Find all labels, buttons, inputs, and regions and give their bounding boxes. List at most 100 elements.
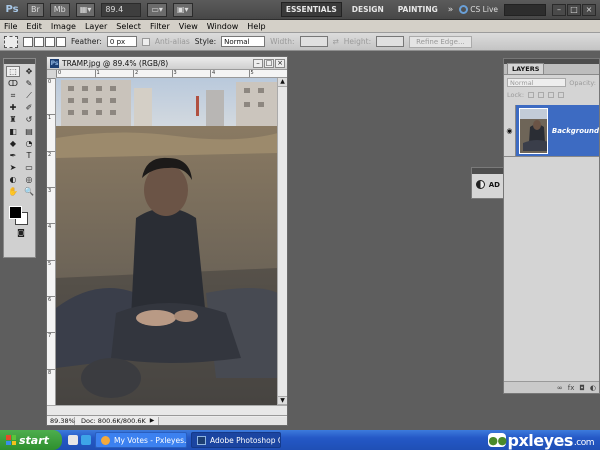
doc-close-icon[interactable]: × — [275, 58, 285, 68]
menu-image[interactable]: Image — [51, 22, 76, 31]
close-icon[interactable]: × — [582, 3, 596, 16]
gradient-tool-icon[interactable]: ▤ — [22, 126, 36, 137]
new-selection-icon[interactable] — [23, 36, 33, 47]
minimize-icon[interactable]: – — [552, 3, 566, 16]
zoom-level-field[interactable]: 89.4 — [101, 2, 142, 17]
menu-view[interactable]: View — [179, 22, 198, 31]
quick-select-tool-icon[interactable]: ✎ — [22, 78, 36, 89]
scroll-up-icon[interactable]: ▲ — [278, 78, 287, 87]
view-extras-button[interactable]: ▦▾ — [75, 2, 96, 17]
doc-maximize-icon[interactable]: □ — [264, 58, 274, 68]
cs-live-button[interactable]: CS Live — [459, 5, 498, 14]
menu-window[interactable]: Window — [207, 22, 239, 31]
dodge-tool-icon[interactable]: ◔ — [22, 138, 36, 149]
tool-preset-picker[interactable] — [4, 35, 18, 48]
eraser-tool-icon[interactable]: ◧ — [6, 126, 20, 137]
blend-mode-select[interactable]: Normal — [507, 78, 567, 87]
layer-row-background[interactable]: ◉ Background — [504, 105, 599, 157]
refine-edge-button[interactable]: Refine Edge... — [409, 35, 472, 48]
ruler-tick: 1 — [47, 114, 55, 150]
lock-all-icon[interactable] — [558, 92, 565, 98]
status-zoom[interactable]: 89.38% — [47, 416, 75, 425]
layer-name[interactable]: Background — [552, 127, 599, 135]
document-titlebar[interactable]: Ps TRAMP.jpg @ 89.4% (RGB/8) – □ × — [47, 57, 287, 70]
add-selection-icon[interactable] — [34, 36, 44, 47]
healing-brush-icon[interactable]: ✚ — [6, 102, 20, 113]
document-canvas[interactable] — [56, 78, 278, 407]
taskbar-item-browser[interactable]: My Votes - Pxleyes.c... — [95, 432, 187, 448]
browser-icon[interactable] — [81, 435, 91, 445]
more-workspaces-button[interactable]: » — [448, 5, 454, 15]
clone-stamp-icon[interactable]: ♜ — [6, 114, 20, 125]
status-menu-icon[interactable]: ▶ — [150, 417, 155, 424]
layer-style-icon[interactable]: fx — [568, 384, 575, 392]
ruler-tick: 5 — [248, 70, 288, 77]
arrange-documents-button[interactable]: ▭▾ — [147, 2, 167, 17]
history-brush-icon[interactable]: ↺ — [22, 114, 36, 125]
blur-tool-icon[interactable]: ◆ — [6, 138, 20, 149]
eye-visibility-icon[interactable]: ◉ — [504, 105, 516, 156]
menu-bar: File Edit Image Layer Select Filter View… — [0, 20, 600, 33]
doc-minimize-icon[interactable]: – — [253, 58, 263, 68]
menu-filter[interactable]: Filter — [150, 22, 170, 31]
brush-tool-icon[interactable]: ✐ — [22, 102, 36, 113]
subtract-selection-icon[interactable] — [45, 36, 55, 47]
menu-file[interactable]: File — [4, 22, 17, 31]
layer-mask-icon[interactable]: ◘ — [579, 384, 585, 392]
pen-tool-icon[interactable]: ✒ — [6, 150, 20, 161]
quick-mask-icon[interactable]: ◙ — [14, 227, 28, 238]
lock-transparency-icon[interactable] — [528, 92, 535, 98]
shape-tool-icon[interactable]: ▭ — [22, 162, 36, 173]
taskbar-item-photoshop[interactable]: Adobe Photoshop CS5 — [191, 432, 281, 448]
maximize-icon[interactable]: □ — [567, 3, 581, 16]
zoom-tool-icon[interactable]: 🔍 — [22, 186, 36, 197]
screen-mode-button[interactable]: ▣▾ — [172, 2, 193, 17]
workspace-design[interactable]: DESIGN — [348, 3, 388, 16]
windows-logo-icon — [6, 435, 16, 445]
menu-edit[interactable]: Edit — [26, 22, 42, 31]
workspace-essentials[interactable]: ESSENTIALS — [280, 2, 342, 17]
status-scroll-track[interactable] — [158, 416, 287, 425]
antialias-checkbox[interactable] — [141, 37, 150, 46]
menu-layer[interactable]: Layer — [85, 22, 107, 31]
feather-field[interactable]: 0 px — [106, 36, 137, 47]
hand-tool-icon[interactable]: ✋ — [6, 186, 20, 197]
lock-position-icon[interactable] — [548, 92, 555, 98]
search-input[interactable] — [504, 3, 546, 16]
height-field[interactable] — [376, 36, 405, 47]
workspace-painting[interactable]: PAINTING — [394, 3, 442, 16]
marquee-tool-icon[interactable]: ⬚ — [6, 66, 20, 77]
window-controls: – □ × — [552, 3, 596, 16]
link-layers-icon[interactable]: ∞ — [557, 384, 563, 392]
tab-layers[interactable]: LAYERS — [507, 63, 545, 74]
eyedropper-tool-icon[interactable]: ⟋ — [22, 90, 36, 101]
lock-pixels-icon[interactable] — [538, 92, 545, 98]
bridge-button[interactable]: Br — [27, 2, 44, 17]
scroll-down-icon[interactable]: ▼ — [278, 396, 287, 405]
pxleyes-watermark: ●● pxleyes .com — [488, 431, 594, 450]
minibridge-button[interactable]: Mb — [49, 2, 70, 17]
crop-tool-icon[interactable]: ⌗ — [6, 90, 20, 101]
taskbar-item-label: Adobe Photoshop CS5 — [210, 435, 280, 445]
intersect-selection-icon[interactable] — [56, 36, 66, 47]
menu-select[interactable]: Select — [116, 22, 141, 31]
type-tool-icon[interactable]: T — [22, 150, 36, 161]
start-button[interactable]: start — [0, 430, 62, 450]
3d-orbit-icon[interactable]: ◎ — [22, 174, 36, 185]
lock-row: Lock: — [504, 90, 599, 100]
3d-rotate-icon[interactable]: ◐ — [6, 174, 20, 185]
swap-icon[interactable]: ⇄ — [333, 37, 339, 46]
foreground-color-swatch[interactable] — [9, 206, 22, 219]
menu-help[interactable]: Help — [247, 22, 265, 31]
vertical-scrollbar[interactable]: ▲ ▼ — [277, 78, 287, 405]
style-select[interactable]: Normal — [221, 36, 266, 47]
width-field[interactable] — [299, 36, 328, 47]
adjustment-layer-icon[interactable]: ◐ — [590, 384, 596, 392]
layers-panel-footer: ∞ fx ◘ ◐ — [504, 381, 599, 393]
horizontal-scrollbar[interactable] — [47, 405, 287, 415]
path-select-icon[interactable]: ➤ — [6, 162, 20, 173]
move-tool-icon[interactable]: ✥ — [22, 66, 36, 77]
lasso-tool-icon[interactable]: ↀ — [6, 78, 20, 89]
show-desktop-icon[interactable] — [68, 435, 78, 445]
adjustments-panel-collapsed[interactable]: AD — [471, 167, 505, 199]
